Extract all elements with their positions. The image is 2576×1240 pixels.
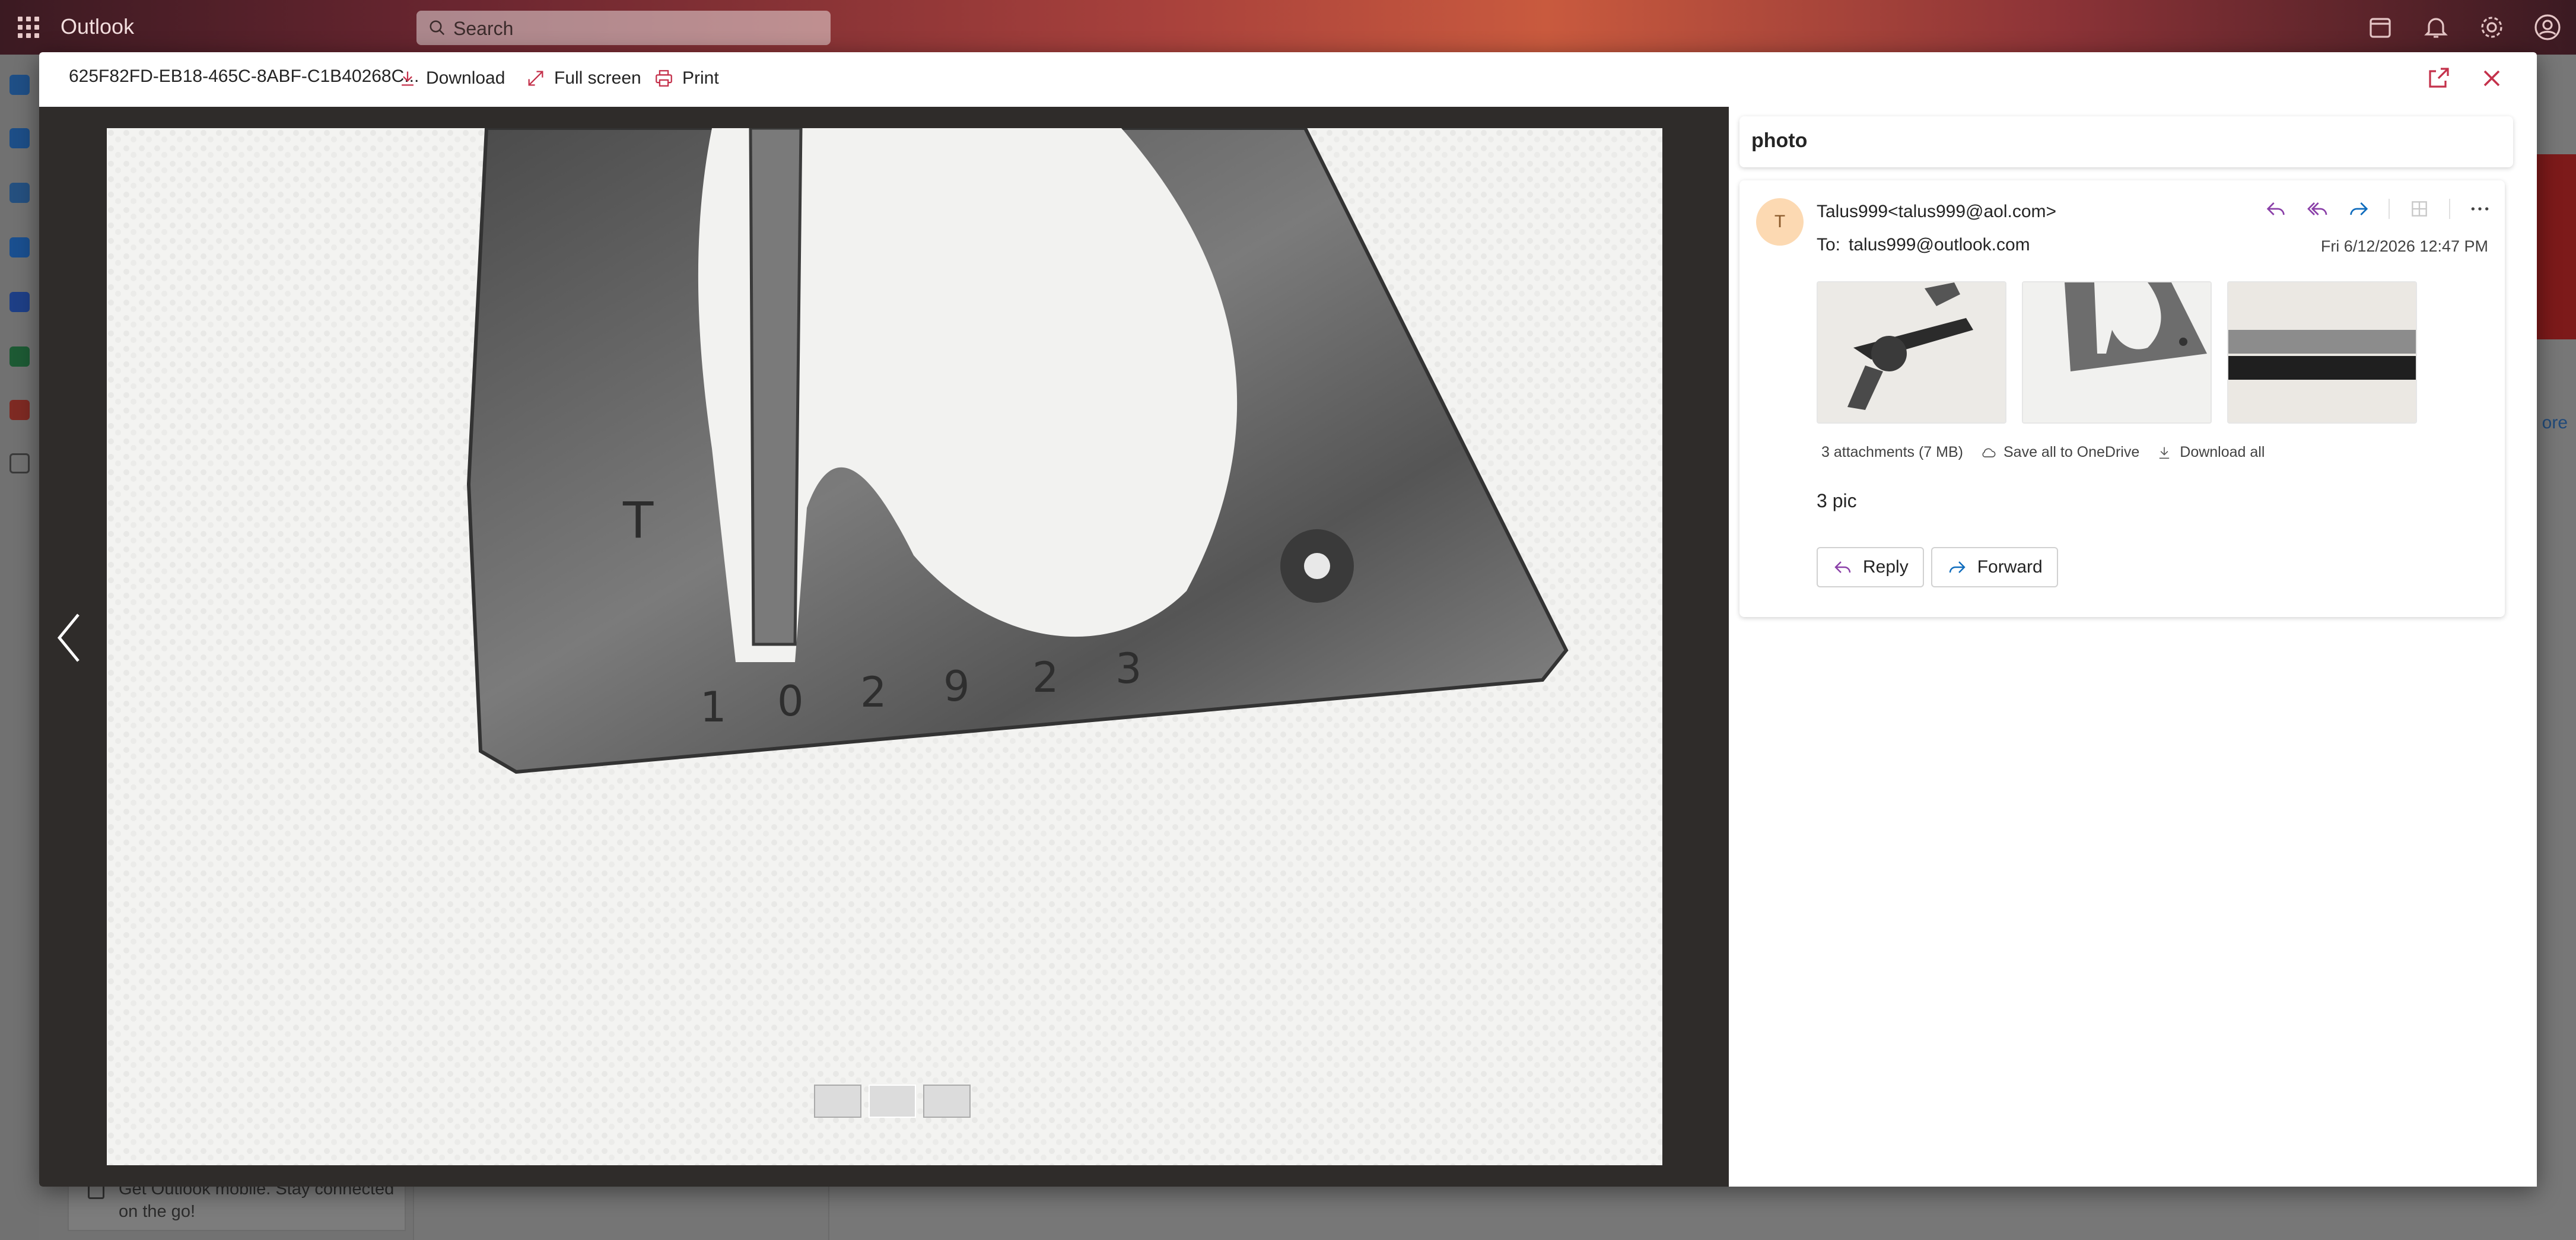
reply-icon xyxy=(1834,561,1851,573)
image-stage: T 1 0 2 9 2 3 xyxy=(39,107,1729,1187)
message-pane: photo T Talus999<talus999@aol.com> To: ta… xyxy=(1729,107,2537,1187)
message-card: T Talus999<talus999@aol.com> To: talus999… xyxy=(1739,180,2505,617)
strip-thumb-ruler[interactable] xyxy=(923,1085,971,1118)
search-icon xyxy=(430,20,445,36)
attachment-thumb-revolver[interactable] xyxy=(1817,281,2006,424)
app-launcher-icon[interactable] xyxy=(18,17,39,38)
attachment-viewer: 625F82FD-EB18-465C-8ABF-C1B40268C... Dow… xyxy=(39,52,2537,1187)
attachments-bar: 3 attachments (7 MB) Save all to OneDriv… xyxy=(1821,444,2265,461)
recipient-address[interactable]: talus999@outlook.com xyxy=(1849,235,2030,255)
account-avatar-icon[interactable] xyxy=(2533,13,2562,42)
ad-more-link[interactable]: ore xyxy=(2542,413,2568,433)
print-label: Print xyxy=(682,68,719,88)
app-title: Outlook xyxy=(61,14,135,39)
stamp-letter: T xyxy=(622,491,654,549)
apps-icon[interactable] xyxy=(2408,197,2431,221)
serial-digit: 1 xyxy=(700,683,727,732)
previous-image-arrow-icon[interactable] xyxy=(52,611,85,664)
quick-reply-row: Reply Forward xyxy=(1817,547,2058,587)
forward-icon xyxy=(1949,561,1966,573)
printer-icon xyxy=(656,70,672,87)
serial-digit: 3 xyxy=(1115,644,1142,693)
download-icon xyxy=(2160,447,2170,459)
actions-divider xyxy=(2389,199,2390,219)
people-icon[interactable] xyxy=(9,183,30,203)
print-button[interactable]: Print xyxy=(654,62,719,95)
sender-avatar[interactable]: T xyxy=(1756,198,1804,246)
reply-button[interactable]: Reply xyxy=(1817,547,1924,587)
download-all-button[interactable]: Download all xyxy=(2156,444,2265,461)
serial-digit: 2 xyxy=(1032,653,1059,702)
message-subject: photo xyxy=(1739,116,2513,167)
revolver-frame-photo: T 1 0 2 9 2 3 xyxy=(107,128,1662,1165)
to-label: To: xyxy=(1817,235,1841,255)
serial-digit: 9 xyxy=(943,662,970,711)
attachment-photo: T 1 0 2 9 2 3 xyxy=(107,128,1662,1165)
settings-gear-icon[interactable] xyxy=(2478,13,2506,42)
serial-digit: 0 xyxy=(777,677,804,726)
message-actions xyxy=(2264,197,2492,221)
cloud-icon xyxy=(1982,448,1996,457)
calendar-icon[interactable] xyxy=(9,128,30,148)
reply-icon[interactable] xyxy=(2264,197,2288,221)
promo-line-2: on the go! xyxy=(119,1202,195,1221)
download-label: Download xyxy=(426,68,505,88)
viewer-toolbar: 625F82FD-EB18-465C-8ABF-C1B40268C... Dow… xyxy=(39,52,2537,107)
download-icon xyxy=(402,71,414,86)
message-date: Fri 6/12/2026 12:47 PM xyxy=(2320,237,2488,255)
search-input[interactable]: Search xyxy=(416,11,831,45)
serial-digit: 2 xyxy=(860,668,887,717)
strip-thumb-revolver[interactable] xyxy=(814,1085,861,1118)
forward-label: Forward xyxy=(1977,557,2043,577)
message-body: 3 pic xyxy=(1817,490,1857,511)
file-name: 625F82FD-EB18-465C-8ABF-C1B40268C... xyxy=(69,66,419,86)
thumbnail-strip xyxy=(814,1085,971,1118)
app-header: Outlook Search xyxy=(0,0,2576,55)
forward-icon[interactable] xyxy=(2347,197,2371,221)
pop-out-icon[interactable] xyxy=(2424,64,2453,93)
search-placeholder: Search xyxy=(453,18,514,39)
actions-divider xyxy=(2449,199,2450,219)
recipient-row: To: talus999@outlook.com xyxy=(1817,235,2038,255)
save-to-onedrive-button[interactable]: Save all to OneDrive xyxy=(1980,444,2139,461)
word-icon[interactable] xyxy=(9,292,30,312)
full-screen-label: Full screen xyxy=(554,68,641,88)
excel-icon[interactable] xyxy=(9,346,30,367)
attachment-thumbnails xyxy=(1817,281,2417,424)
more-apps-icon[interactable] xyxy=(9,453,30,473)
strip-thumb-frame[interactable] xyxy=(869,1085,916,1118)
download-button[interactable]: Download xyxy=(397,62,505,95)
office-icon[interactable] xyxy=(9,400,30,420)
todo-icon[interactable] xyxy=(9,237,30,257)
attachments-summary: 3 attachments (7 MB) xyxy=(1821,444,1963,460)
full-screen-button[interactable]: Full screen xyxy=(526,62,641,95)
attachment-thumb-frame[interactable] xyxy=(2022,281,2212,424)
sender-name[interactable]: Talus999<talus999@aol.com> xyxy=(1817,202,2056,222)
mail-icon[interactable] xyxy=(9,75,30,95)
notifications-bell-icon[interactable] xyxy=(2422,13,2450,42)
reply-label: Reply xyxy=(1863,557,1909,577)
my-day-icon[interactable] xyxy=(2366,13,2394,42)
forward-button[interactable]: Forward xyxy=(1931,547,2058,587)
download-all-label: Download all xyxy=(2180,444,2265,460)
ad-banner[interactable] xyxy=(2532,154,2576,339)
expand-icon xyxy=(528,71,543,86)
reply-all-icon[interactable] xyxy=(2305,197,2329,221)
app-rail xyxy=(0,55,39,1240)
attachment-thumb-ruler[interactable] xyxy=(2227,281,2417,424)
save-onedrive-label: Save all to OneDrive xyxy=(2003,444,2140,460)
more-actions-icon[interactable] xyxy=(2468,197,2492,221)
close-icon[interactable] xyxy=(2478,64,2506,93)
